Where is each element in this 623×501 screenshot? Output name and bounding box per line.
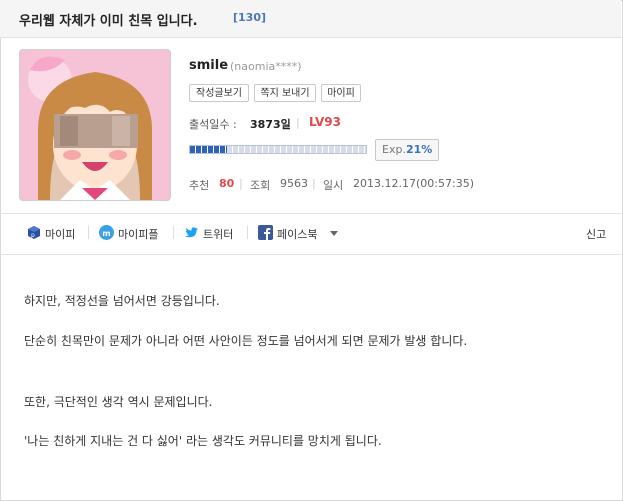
exp-badge: Exp.21% — [375, 139, 440, 161]
separator: | — [239, 177, 243, 190]
views-count: 9563 — [280, 177, 308, 190]
separator — [247, 226, 248, 239]
content-paragraph: '나는 친하게 지내는 건 다 싫어' 라는 생각도 커뮤니티를 망치게 됩니다… — [24, 434, 382, 448]
separator — [88, 226, 89, 239]
post-title-bar: 우리웹 자체가 이미 친목 입니다. [130] — [0, 0, 621, 38]
exp-percent: 21% — [405, 143, 433, 156]
author-nickname[interactable]: smile — [189, 58, 228, 73]
view-posts-button[interactable]: 작성글보기 — [189, 84, 249, 102]
content-paragraph: 단순히 친목만이 문제가 아니라 어떤 사안이든 정도를 넘어서게 되면 문제가… — [24, 334, 468, 348]
date-label: 일시 — [323, 179, 344, 192]
separator: | — [312, 177, 316, 190]
share-twitter[interactable]: 트위터 — [203, 226, 233, 242]
chevron-down-icon[interactable] — [330, 231, 338, 236]
avatar-illustration — [20, 50, 170, 200]
svg-text:p: p — [31, 232, 35, 239]
twitter-bird-icon[interactable] — [184, 225, 199, 240]
separator: | — [296, 116, 300, 129]
attendance-value: 3873일 — [250, 118, 291, 131]
author-avatar[interactable] — [19, 49, 171, 201]
mypi-icon[interactable]: p — [26, 225, 41, 240]
exp-progress-bar — [189, 145, 367, 154]
facebook-icon[interactable] — [258, 225, 273, 240]
exp-progress-empty — [226, 146, 366, 153]
post-date: 2013.12.17 — [353, 177, 416, 190]
views-label: 조회 — [250, 179, 271, 192]
user-level: LV93 — [309, 115, 341, 129]
recommend-label: 추천 — [189, 179, 210, 192]
post-title: 우리웹 자체가 이미 친목 입니다. — [19, 14, 198, 29]
attendance-label: 출석일수 : — [189, 118, 237, 131]
mypi-button[interactable]: 마이피 — [321, 84, 361, 102]
share-mypi[interactable]: 마이피 — [45, 226, 75, 242]
post-time: (00:57:35) — [416, 177, 474, 190]
report-button[interactable]: 신고 — [586, 226, 606, 242]
comment-count[interactable]: [130] — [233, 11, 266, 24]
send-message-button[interactable]: 쪽지 보내기 — [254, 84, 316, 102]
recommend-count: 80 — [219, 177, 235, 190]
mypeople-icon[interactable]: m — [99, 225, 114, 240]
content-paragraph: 하지만, 적정선을 넘어서면 강등입니다. — [24, 294, 220, 308]
divider — [0, 254, 621, 255]
separator — [173, 226, 174, 239]
exp-progress-fill — [190, 146, 227, 153]
share-mypeople[interactable]: 마이피플 — [118, 226, 158, 242]
share-facebook[interactable]: 페이스북 — [277, 226, 317, 242]
svg-text:m: m — [102, 229, 110, 238]
author-id: (naomia****) — [230, 60, 302, 73]
exp-label: Exp. — [382, 143, 406, 156]
content-paragraph: 또한, 극단적인 생각 역시 문제입니다. — [24, 395, 213, 409]
divider — [0, 213, 621, 214]
